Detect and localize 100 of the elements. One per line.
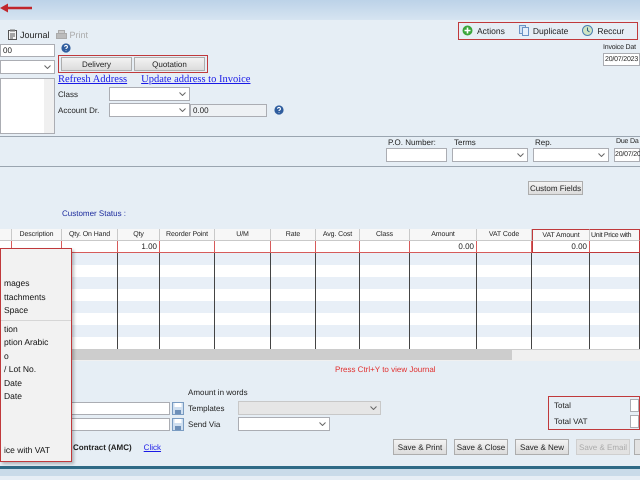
save-button[interactable]: Save & Close <box>454 439 508 455</box>
table-cell <box>316 253 360 265</box>
copy-button[interactable]: Quotation <box>134 57 205 71</box>
dropdown[interactable] <box>238 417 330 431</box>
click-link[interactable]: Click <box>144 442 162 452</box>
link[interactable]: Update address to Invoice <box>141 74 250 85</box>
menu-item[interactable]: o <box>1 350 71 363</box>
amount-in-words-label: Amount in words <box>188 388 249 397</box>
address-field[interactable] <box>0 78 55 134</box>
table-cell <box>215 253 271 265</box>
chevron-icon <box>179 108 186 112</box>
field-label: P.O. Number: <box>388 138 437 148</box>
table-cell <box>215 277 271 289</box>
chevron-icon <box>319 422 326 426</box>
table-cell <box>271 301 316 313</box>
menu-item[interactable]: / Lot No. <box>1 363 71 376</box>
class-dropdown[interactable] <box>109 87 190 101</box>
copy-button[interactable]: Delivery <box>61 57 132 71</box>
menu-item[interactable]: Date <box>1 376 71 390</box>
table-cell <box>316 325 360 337</box>
table-cell <box>316 301 360 313</box>
table-cell <box>477 277 532 289</box>
menu-item[interactable]: tion <box>1 322 71 336</box>
table-cell <box>160 253 215 265</box>
menu-item[interactable]: Date <box>1 390 71 404</box>
menu-item[interactable]: ice with VAT <box>1 444 71 458</box>
floppy-icon[interactable] <box>172 402 184 414</box>
table-cell <box>410 301 477 313</box>
table-cell <box>118 301 160 313</box>
input-field[interactable] <box>386 148 447 162</box>
help-icon[interactable] <box>61 43 71 53</box>
field-label: Send Via <box>188 420 222 428</box>
total-field <box>630 414 639 428</box>
table-cell <box>271 253 316 265</box>
arrow-icon <box>0 3 32 13</box>
table-cell <box>271 277 316 289</box>
account-dropdown[interactable] <box>109 103 190 117</box>
chevron-icon <box>44 65 51 69</box>
dropdown[interactable] <box>533 148 609 162</box>
plus-icon <box>462 25 473 36</box>
dropdown[interactable] <box>452 148 528 162</box>
table-cell <box>477 301 532 313</box>
table-cell <box>118 277 160 289</box>
number-field[interactable]: 00 <box>0 44 55 57</box>
table-cell <box>360 253 410 265</box>
chevron-icon <box>517 153 524 157</box>
table-cell <box>590 301 640 313</box>
toolbar-button[interactable]: Reccur <box>582 25 624 36</box>
table-cell <box>160 277 215 289</box>
menu-item[interactable]: mages <box>1 277 71 290</box>
field-label: Rep. <box>535 138 553 148</box>
table-cell <box>477 325 532 337</box>
document-icon <box>8 29 17 40</box>
printer-icon <box>56 30 67 40</box>
total-label: Total VAT <box>554 416 588 426</box>
field-label: Terms <box>454 138 477 148</box>
chevron-icon <box>370 406 377 410</box>
table-cell <box>160 325 215 337</box>
save-button[interactable]: Save & New <box>515 439 569 455</box>
journal-hint: Press Ctrl+Y to view Journal <box>335 365 437 374</box>
field-label: Class <box>58 90 80 98</box>
table-cell <box>360 301 410 313</box>
amount-field: 0.00 <box>190 104 267 116</box>
scrollbar[interactable] <box>44 79 54 133</box>
contract-label: Contract (AMC) <box>73 442 132 452</box>
table-cell <box>316 277 360 289</box>
customer-status-label: Customer Status : <box>62 209 128 218</box>
toolbar-button[interactable]: Actions <box>462 25 505 36</box>
pages-icon <box>518 25 529 36</box>
field-label: Templates <box>188 404 226 412</box>
toolbar-button[interactable]: Duplicate <box>518 25 568 36</box>
total-field <box>630 398 639 412</box>
table-cell <box>410 325 477 337</box>
table-cell <box>477 253 532 265</box>
save-button[interactable]: Save & Print <box>393 439 447 455</box>
table-cell <box>360 277 410 289</box>
table-cell <box>160 301 215 313</box>
link[interactable]: Refresh Address <box>58 74 128 85</box>
table-cell <box>271 325 316 337</box>
custom-fields-button[interactable]: Custom Fields <box>528 181 583 195</box>
button[interactable] <box>634 439 640 455</box>
help-icon[interactable] <box>274 105 284 115</box>
menu-item[interactable]: ption Arabic <box>1 336 71 350</box>
table-cell <box>532 301 590 313</box>
table-cell <box>410 277 477 289</box>
toolbar-button[interactable]: Journal <box>8 29 50 40</box>
total-label: Total <box>554 400 572 410</box>
table-cell <box>215 301 271 313</box>
table-cell <box>118 325 160 337</box>
menu-item[interactable]: Space <box>1 304 71 318</box>
menu-item[interactable]: ttachments <box>1 290 71 304</box>
chevron-icon <box>598 153 605 157</box>
chevron-icon <box>179 92 186 96</box>
table-cell <box>532 325 590 337</box>
floppy-icon[interactable] <box>172 418 184 430</box>
dropdown[interactable] <box>0 60 55 74</box>
table-cell <box>590 253 640 265</box>
field-label: Account Dr. <box>58 106 100 114</box>
clock-icon <box>582 25 594 36</box>
table-cell <box>215 325 271 337</box>
